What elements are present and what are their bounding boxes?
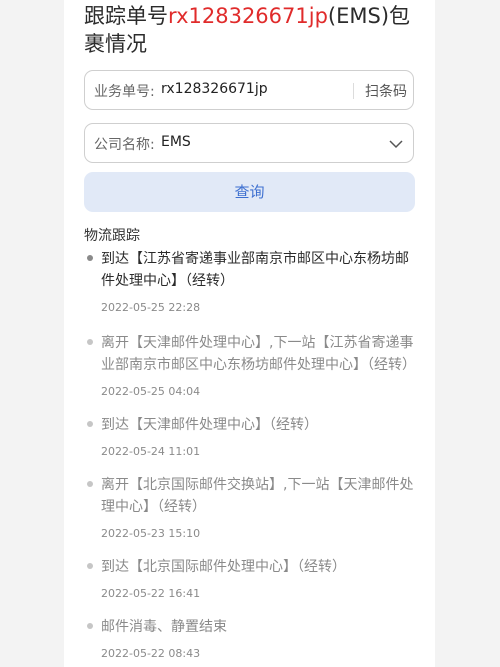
event-time: 2022-05-22 16:41 (101, 587, 201, 600)
event-time: 2022-05-22 08:43 (101, 647, 201, 660)
event-description: 离开【北京国际邮件交换站】,下一站【天津邮件处理中心】（经转） (101, 477, 414, 515)
scan-barcode-button[interactable]: 扫条码 (365, 81, 407, 101)
timeline-dot-icon (87, 481, 93, 487)
chevron-down-icon (389, 140, 403, 149)
event-description: 到达【天津邮件处理中心】（经转） (101, 417, 318, 433)
timeline-event: 离开【北京国际邮件交换站】,下一站【天津邮件处理中心】（经转） 2022-05-… (84, 474, 419, 542)
timeline-event: 离开【天津邮件处理中心】,下一站【江苏省寄递事业部南京市邮区中心东杨坊邮件处理中… (84, 332, 419, 400)
tracking-page: 跟踪单号rx128326671jp(EMS)包裹情况 业务单号: rx12832… (64, 0, 435, 667)
event-description: 邮件消毒、静置结束 (101, 619, 227, 635)
event-time: 2022-05-23 15:10 (101, 527, 201, 540)
event-description: 到达【北京国际邮件处理中心】（经转） (101, 559, 346, 575)
timeline-dot-icon (87, 563, 93, 569)
timeline-event: 到达【北京国际邮件处理中心】（经转） 2022-05-22 16:41 (84, 556, 419, 602)
event-description: 离开【天津邮件处理中心】,下一站【江苏省寄递事业部南京市邮区中心东杨坊邮件处理中… (101, 335, 416, 373)
tracking-number-input[interactable]: rx128326671jp (161, 81, 268, 97)
event-time: 2022-05-25 04:04 (101, 385, 201, 398)
field-divider (353, 83, 354, 99)
tracking-timeline: 到达【江苏省寄递事业部南京市邮区中心东杨坊邮件处理中心】（经转） 2022-05… (84, 248, 419, 662)
timeline-dot-icon (87, 623, 93, 629)
company-label: 公司名称: (94, 137, 155, 153)
timeline-event: 到达【江苏省寄递事业部南京市邮区中心东杨坊邮件处理中心】（经转） 2022-05… (84, 248, 419, 316)
timeline-dot-icon (87, 255, 93, 261)
timeline-dot-icon (87, 339, 93, 345)
timeline-event: 邮件消毒、静置结束 2022-05-22 08:43 (84, 616, 419, 662)
timeline-event: 到达【天津邮件处理中心】（经转） 2022-05-24 11:01 (84, 414, 419, 460)
title-prefix: 跟踪单号 (84, 4, 168, 28)
company-value: EMS (161, 134, 191, 150)
event-description: 到达【江苏省寄递事业部南京市邮区中心东杨坊邮件处理中心】（经转） (101, 251, 409, 289)
tracking-number-field[interactable]: 业务单号: rx128326671jp 扫条码 (84, 70, 414, 110)
page-title: 跟踪单号rx128326671jp(EMS)包裹情况 (84, 2, 424, 58)
query-button[interactable]: 查询 (84, 172, 415, 212)
event-time: 2022-05-24 11:01 (101, 445, 201, 458)
company-select[interactable]: 公司名称: EMS (84, 123, 414, 163)
timeline-dot-icon (87, 421, 93, 427)
event-time: 2022-05-25 22:28 (101, 301, 201, 314)
title-tracking-number: rx128326671jp (168, 4, 328, 28)
section-title: 物流跟踪 (84, 228, 140, 244)
tracking-number-label: 业务单号: (94, 84, 155, 100)
